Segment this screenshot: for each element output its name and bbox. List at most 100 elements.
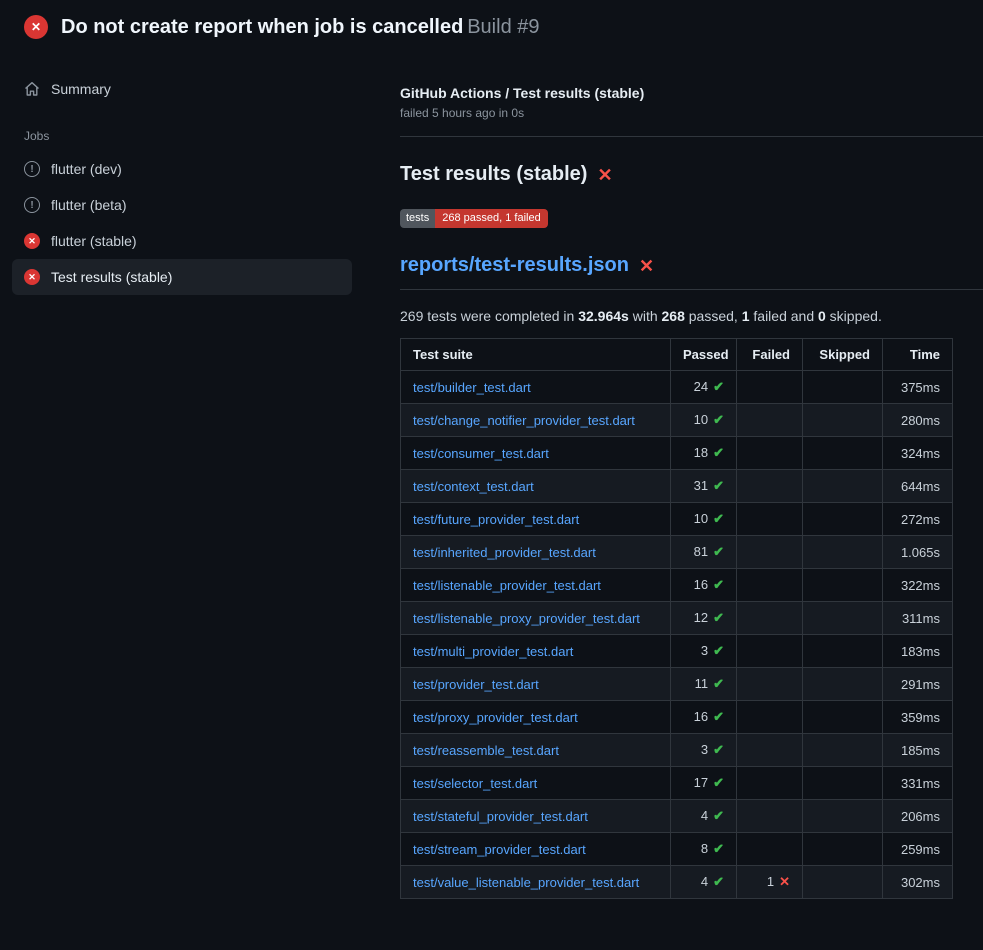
job-label: flutter (dev) [51,161,122,177]
test-suite-cell: test/stateful_provider_test.dart [401,800,671,833]
table-row: test/value_listenable_provider_test.dart… [401,866,953,899]
test-suite-link[interactable]: test/change_notifier_provider_test.dart [413,413,635,428]
test-results-table: Test suite Passed Failed Skipped Time te… [400,338,953,899]
failed-cell [737,404,803,437]
skipped-cell [803,701,883,734]
passed-cell: 24✔ [671,371,737,404]
check-icon: ✔ [713,511,724,526]
time-cell: 185ms [883,734,953,767]
skipped-cell [803,800,883,833]
skipped-cell [803,437,883,470]
failed-cell [737,437,803,470]
test-summary-sentence: 269 tests were completed in 32.964s with… [400,308,983,324]
run-status-line: failed 5 hours ago in 0s [400,106,983,120]
run-header: ✕ Do not create report when job is cance… [0,0,983,49]
test-suite-link[interactable]: test/context_test.dart [413,479,534,494]
check-icon: ✔ [713,676,724,691]
test-suite-cell: test/builder_test.dart [401,371,671,404]
failed-x-circle-icon: ✕ [24,15,48,39]
time-cell: 322ms [883,569,953,602]
failed-cell [737,569,803,602]
job-label: flutter (beta) [51,197,126,213]
test-suite-link[interactable]: test/builder_test.dart [413,380,531,395]
check-icon: ✔ [713,412,724,427]
section-title: Test results (stable) [400,163,587,186]
check-icon: ✔ [713,544,724,559]
skipped-cell [803,404,883,437]
failed-cell [737,668,803,701]
table-row: test/multi_provider_test.dart3✔183ms [401,635,953,668]
job-label: flutter (stable) [51,233,137,249]
test-suite-cell: test/multi_provider_test.dart [401,635,671,668]
check-icon: ✔ [713,379,724,394]
main-content: GitHub Actions / Test results (stable) f… [372,49,983,899]
test-suite-link[interactable]: test/inherited_provider_test.dart [413,545,596,560]
failed-status-icon: ✕ [24,233,40,249]
sidebar-job-test-results-stable[interactable]: ✕Test results (stable) [12,259,352,295]
time-cell: 291ms [883,668,953,701]
table-row: test/inherited_provider_test.dart81✔1.06… [401,536,953,569]
test-suite-link[interactable]: test/consumer_test.dart [413,446,549,461]
time-cell: 644ms [883,470,953,503]
test-suite-link[interactable]: test/stateful_provider_test.dart [413,809,588,824]
test-suite-link[interactable]: test/proxy_provider_test.dart [413,710,578,725]
failed-cell [737,536,803,569]
badge-label: tests [400,209,435,228]
report-file-link[interactable]: reports/test-results.json [400,254,629,277]
neutral-status-icon: ! [24,161,40,177]
sidebar-job-flutter-dev[interactable]: ! flutter (dev) [12,151,352,187]
time-cell: 331ms [883,767,953,800]
check-icon: ✔ [713,643,724,658]
check-icon: ✔ [713,709,724,724]
failed-x-icon: ✕ [597,166,612,184]
skipped-cell [803,569,883,602]
test-suite-cell: test/value_listenable_provider_test.dart [401,866,671,899]
table-row: test/listenable_proxy_provider_test.dart… [401,602,953,635]
sidebar: Summary Jobs ! flutter (dev) !flutter (bet… [0,49,372,295]
column-header-test-suite: Test suite [401,339,671,371]
test-suite-link[interactable]: test/selector_test.dart [413,776,537,791]
failed-cell [737,734,803,767]
time-cell: 280ms [883,404,953,437]
table-header-row: Test suite Passed Failed Skipped Time [401,339,953,371]
time-cell: 359ms [883,701,953,734]
column-header-failed: Failed [737,339,803,371]
run-title: Do not create report when job is cancell… [61,16,463,38]
failed-x-icon: ✕ [639,257,654,275]
skipped-cell [803,635,883,668]
check-icon: ✔ [713,874,724,889]
test-suite-cell: test/proxy_provider_test.dart [401,701,671,734]
tests-status-badge: tests 268 passed, 1 failed [400,209,548,228]
test-suite-link[interactable]: test/listenable_provider_test.dart [413,578,601,593]
failed-cell [737,470,803,503]
test-suite-link[interactable]: test/stream_provider_test.dart [413,842,586,857]
test-suite-link[interactable]: test/multi_provider_test.dart [413,644,573,659]
test-suite-cell: test/provider_test.dart [401,668,671,701]
test-suite-cell: test/selector_test.dart [401,767,671,800]
sidebar-job-flutter-stable[interactable]: ✕ flutter (stable) [12,223,352,259]
skipped-cell [803,866,883,899]
column-header-time: Time [883,339,953,371]
skipped-cell [803,668,883,701]
failed-status-icon: ✕ [24,269,40,285]
check-icon: ✔ [713,445,724,460]
test-suite-link[interactable]: test/future_provider_test.dart [413,512,579,527]
table-row: test/proxy_provider_test.dart16✔359ms [401,701,953,734]
passed-cell: 81✔ [671,536,737,569]
table-row: test/listenable_provider_test.dart16✔322… [401,569,953,602]
time-cell: 206ms [883,800,953,833]
sidebar-job-flutter-beta[interactable]: !flutter (beta) [12,187,352,223]
skipped-cell [803,602,883,635]
failed-cell [737,701,803,734]
test-suite-link[interactable]: test/listenable_proxy_provider_test.dart [413,611,640,626]
test-suite-link[interactable]: test/provider_test.dart [413,677,539,692]
passed-cell: 18✔ [671,437,737,470]
check-icon: ✔ [713,742,724,757]
test-suite-link[interactable]: test/reassemble_test.dart [413,743,559,758]
sidebar-item-summary[interactable]: Summary [12,71,352,107]
jobs-section-label: Jobs [24,129,352,143]
time-cell: 324ms [883,437,953,470]
passed-cell: 31✔ [671,470,737,503]
run-build-number: Build #9 [467,16,539,38]
test-suite-link[interactable]: test/value_listenable_provider_test.dart [413,875,639,890]
